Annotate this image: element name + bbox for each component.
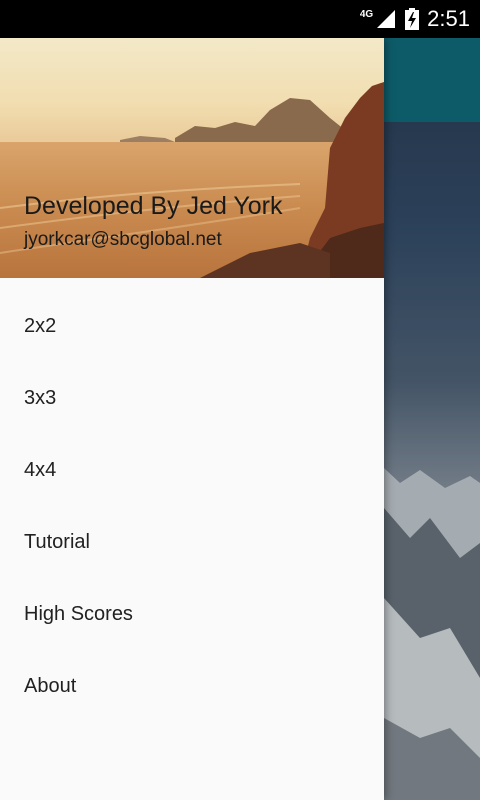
developer-name: Developed By Jed York <box>24 192 283 220</box>
menu-item-2x2[interactable]: 2x2 <box>0 290 384 362</box>
clock: 2:51 <box>427 6 470 31</box>
developer-email: jyorkcar@sbcglobal.net <box>24 229 222 250</box>
status-bar: 4G 2:51 <box>0 0 480 38</box>
drawer-header: Developed By Jed York jyorkcar@sbcglobal… <box>0 38 384 278</box>
drawer-scrim[interactable] <box>384 38 480 800</box>
menu-item-3x3[interactable]: 3x3 <box>0 362 384 434</box>
menu-item-tutorial[interactable]: Tutorial <box>0 506 384 578</box>
menu-item-4x4[interactable]: 4x4 <box>0 434 384 506</box>
navigation-drawer: Developed By Jed York jyorkcar@sbcglobal… <box>0 38 384 800</box>
status-icons: 4G 2:51 <box>360 0 470 38</box>
drawer-menu: 2x2 3x3 4x4 Tutorial High Scores About <box>0 278 384 722</box>
menu-item-about[interactable]: About <box>0 650 384 722</box>
network-type-label: 4G <box>359 8 374 20</box>
menu-item-high-scores[interactable]: High Scores <box>0 578 384 650</box>
battery-charging-icon <box>405 8 420 30</box>
signal-icon <box>377 10 396 28</box>
